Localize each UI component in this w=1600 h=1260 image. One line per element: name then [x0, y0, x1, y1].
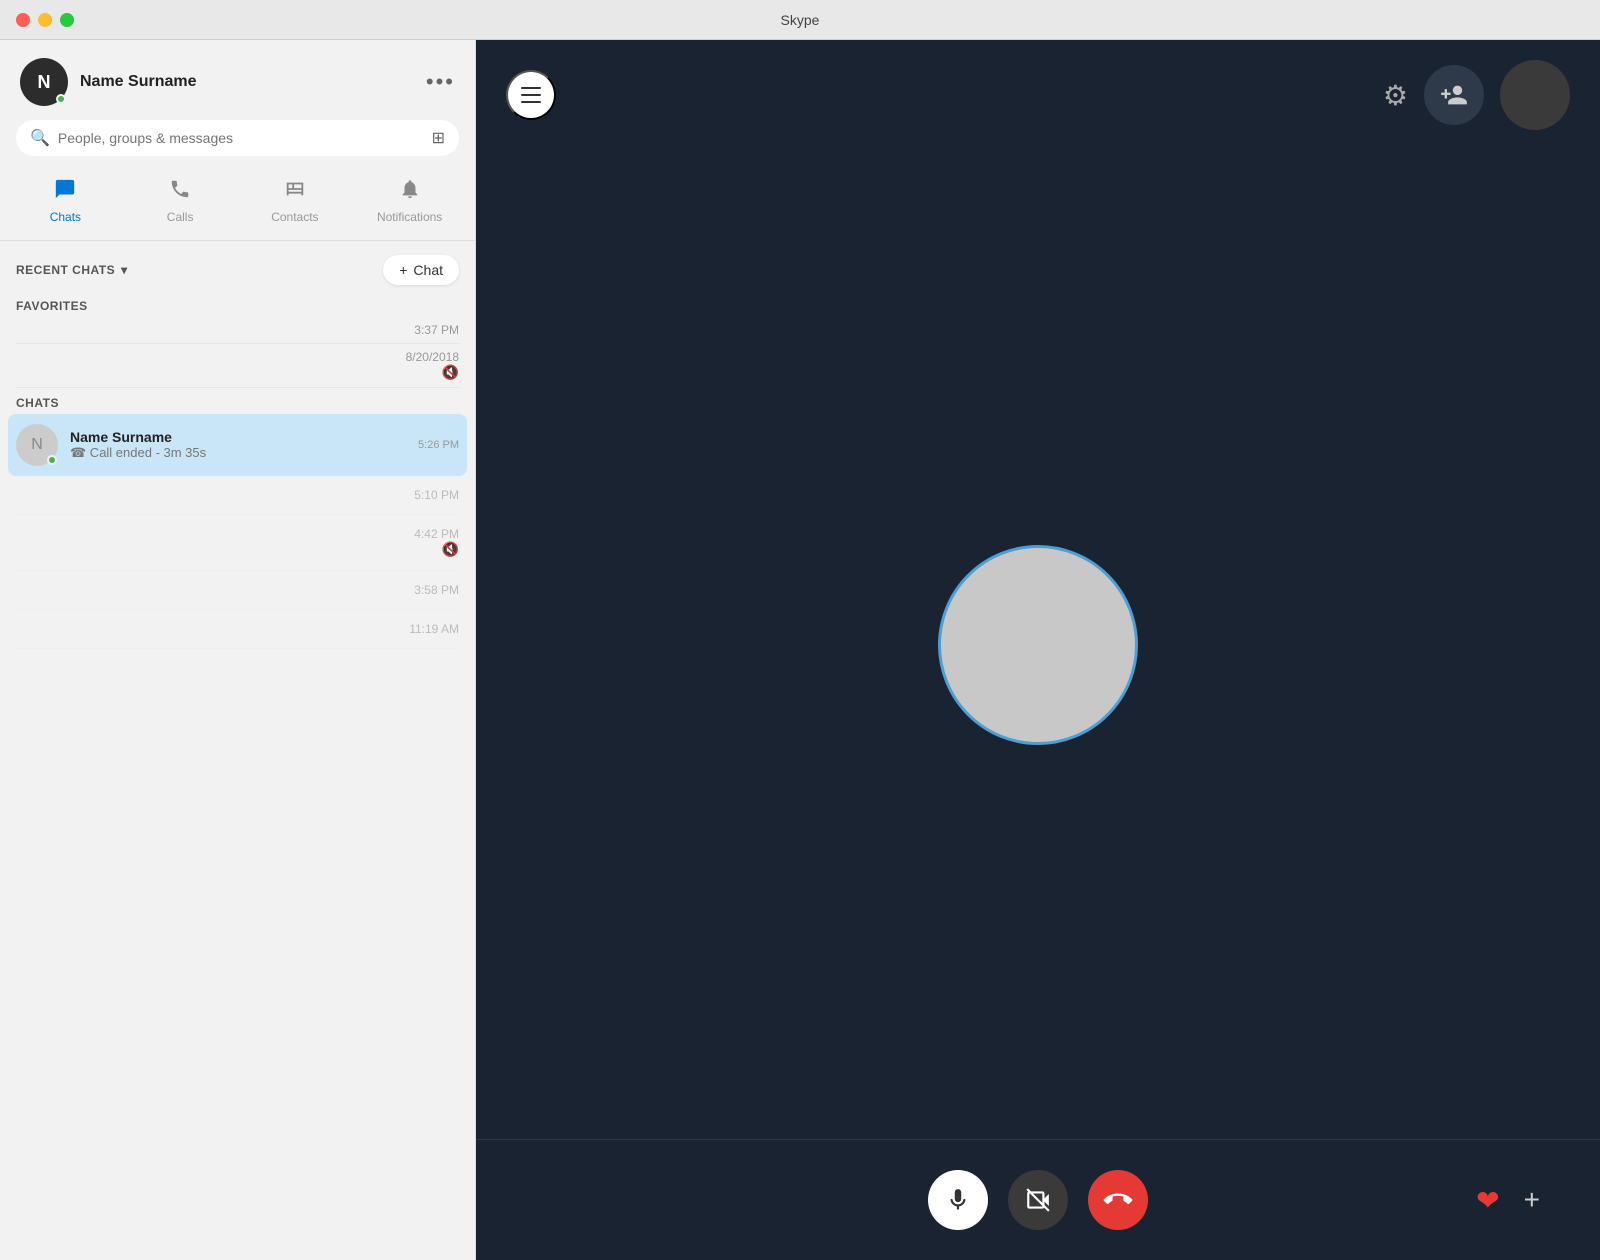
chat-preview-1: ☎ Call ended - 3m 35s	[70, 445, 406, 461]
chats-section: CHATS N Name Surname ☎ Call ended - 3m 3…	[0, 388, 475, 649]
favorite-time-2: 8/20/2018	[406, 350, 459, 364]
favorite-item-1[interactable]: 3:37 PM	[16, 317, 459, 344]
chevron-down-icon: ▾	[121, 263, 128, 277]
profile-left: N Name Surname	[20, 58, 197, 106]
chat-info-1: Name Surname ☎ Call ended - 3m 35s	[70, 429, 406, 461]
menu-line-1	[521, 87, 541, 89]
chats-label: CHATS	[16, 396, 459, 410]
favorite-time-1: 3:37 PM	[414, 323, 459, 337]
heart-icon[interactable]: ❤	[1476, 1184, 1499, 1217]
recent-chats-label: RECENT CHATS	[16, 263, 115, 277]
muted-icon-1: 🔇	[442, 364, 459, 381]
tab-calls-label: Calls	[167, 210, 194, 224]
add-icon[interactable]: +	[1524, 1184, 1540, 1216]
calls-icon	[169, 178, 191, 206]
chat-meta-1: 5:26 PM	[418, 439, 459, 451]
favorites-section: FAVORITES 3:37 PM 8/20/2018 🔇	[0, 295, 475, 388]
profile-name: Name Surname	[80, 73, 197, 91]
menu-line-2	[521, 94, 541, 96]
user-avatar-button[interactable]	[1500, 60, 1570, 130]
chat-avatar-1: N	[16, 424, 58, 466]
maximize-button[interactable]	[60, 13, 74, 27]
placeholder-time-2: 4:42 PM	[414, 527, 459, 541]
call-header: ⚙	[476, 40, 1600, 150]
more-options-button[interactable]: •••	[426, 69, 455, 95]
settings-icon[interactable]: ⚙	[1383, 79, 1408, 112]
remote-avatar	[938, 545, 1138, 745]
tab-contacts[interactable]: Contacts	[238, 170, 353, 232]
search-bar: 🔍 ⊞	[0, 120, 475, 170]
placeholder-time-4: 11:19 AM	[409, 622, 459, 636]
tab-notifications[interactable]: Notifications	[352, 170, 467, 232]
tab-chats[interactable]: Chats	[8, 170, 123, 232]
notifications-icon	[399, 178, 421, 206]
recent-chats-header: RECENT CHATS ▾ + Chat	[0, 241, 475, 295]
right-actions: ❤ +	[1476, 1184, 1540, 1217]
tab-notifications-label: Notifications	[377, 210, 442, 224]
chat-online-dot-1	[47, 455, 57, 465]
chat-item-active[interactable]: N Name Surname ☎ Call ended - 3m 35s 5:2…	[8, 414, 467, 476]
profile-header: N Name Surname •••	[0, 40, 475, 120]
chat-placeholder-2[interactable]: 4:42 PM 🔇	[16, 515, 459, 571]
call-header-right: ⚙	[1383, 60, 1570, 130]
search-inner: 🔍 ⊞	[16, 120, 459, 156]
traffic-lights	[16, 13, 74, 27]
camera-button[interactable]	[1008, 1170, 1068, 1230]
video-area	[476, 150, 1600, 1139]
title-bar: Skype	[0, 0, 1600, 40]
chat-placeholder-4[interactable]: 11:19 AM	[16, 610, 459, 649]
new-chat-button[interactable]: + Chat	[383, 255, 459, 285]
placeholder-time-1: 5:10 PM	[414, 488, 459, 502]
chat-placeholder-1[interactable]: 5:10 PM	[16, 476, 459, 515]
app-container: N Name Surname ••• 🔍 ⊞ Chats	[0, 40, 1600, 1260]
chat-name-1: Name Surname	[70, 429, 406, 445]
menu-line-3	[521, 101, 541, 103]
tab-calls[interactable]: Calls	[123, 170, 238, 232]
contacts-icon	[284, 178, 306, 206]
tab-contacts-label: Contacts	[271, 210, 318, 224]
muted-icon-2: 🔇	[442, 541, 459, 558]
menu-button[interactable]	[506, 70, 556, 120]
window-title: Skype	[781, 12, 820, 28]
grid-icon[interactable]: ⊞	[432, 128, 445, 148]
tab-chats-label: Chats	[50, 210, 81, 224]
end-call-button[interactable]	[1088, 1170, 1148, 1230]
new-chat-label: Chat	[413, 262, 443, 278]
call-controls: ❤ +	[476, 1140, 1600, 1260]
avatar-wrapper: N	[20, 58, 68, 106]
add-person-button[interactable]	[1424, 65, 1484, 125]
search-input[interactable]	[58, 130, 424, 146]
placeholder-time-3: 3:58 PM	[414, 583, 459, 597]
minimize-button[interactable]	[38, 13, 52, 27]
close-button[interactable]	[16, 13, 30, 27]
chat-placeholder-3[interactable]: 3:58 PM	[16, 571, 459, 610]
favorite-item-2[interactable]: 8/20/2018 🔇	[16, 344, 459, 388]
mic-button[interactable]	[928, 1170, 988, 1230]
chats-icon	[54, 178, 76, 206]
search-icon: 🔍	[30, 128, 50, 148]
nav-tabs: Chats Calls Contacts Notifications	[0, 170, 475, 241]
new-chat-plus-icon: +	[399, 262, 407, 278]
main-content: ⚙	[476, 40, 1600, 1260]
online-indicator	[56, 94, 66, 104]
recent-chats-toggle[interactable]: RECENT CHATS ▾	[16, 263, 128, 277]
chat-time-1: 5:26 PM	[418, 439, 459, 451]
favorites-label: FAVORITES	[16, 299, 459, 317]
sidebar: N Name Surname ••• 🔍 ⊞ Chats	[0, 40, 476, 1260]
